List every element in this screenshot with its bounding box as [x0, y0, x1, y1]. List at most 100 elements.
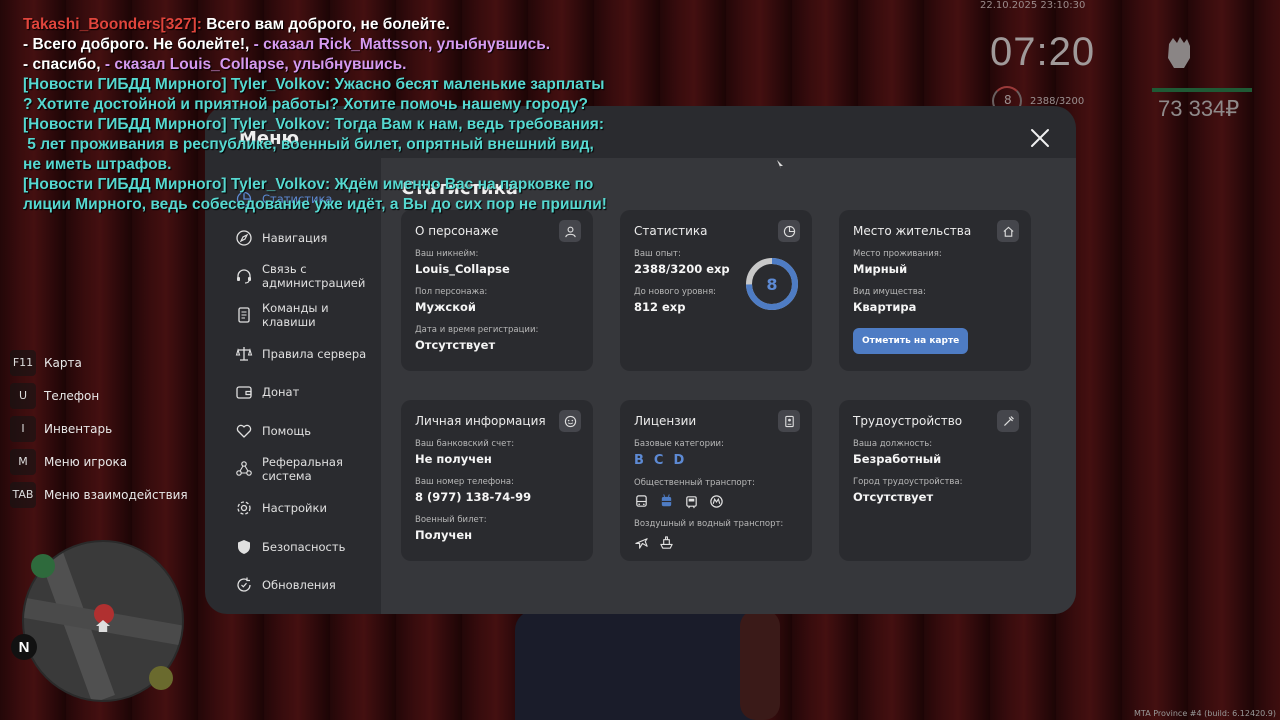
- key-hint-label: Меню взаимодействия: [44, 487, 188, 502]
- chat-line: [Новости ГИБДД Мирного] Tyler_Volkov: Уж…: [23, 75, 663, 95]
- card-fields: Ваша должность: Безработный Город трудоуст…: [853, 439, 1017, 504]
- field-value: Безработный: [853, 452, 942, 466]
- card-title: Трудоустройство: [853, 414, 963, 428]
- chat-line: - Всего доброго. Не болейте!, - сказал R…: [23, 35, 663, 55]
- home-icon: [997, 220, 1019, 242]
- player-arm: [740, 610, 780, 720]
- chat-line: не иметь штрафов.: [23, 155, 663, 175]
- field-label: Пол персонажа:: [415, 287, 488, 297]
- chat-text: [Новости ГИБДД Мирного] Tyler_Volkov: Уж…: [23, 76, 605, 93]
- field-label: Город трудоустройства:: [853, 477, 963, 487]
- key-badge: TAB: [10, 481, 36, 508]
- sidebar-item-5[interactable]: Донат: [235, 373, 375, 412]
- id-card-icon: [778, 410, 800, 432]
- field-label: Место проживания:: [853, 249, 942, 259]
- hud-level: 8: [1004, 93, 1012, 107]
- field-value: Получен: [415, 528, 473, 542]
- health-bar: [1152, 88, 1252, 92]
- shield-icon: [238, 539, 250, 554]
- chat-text: - Всего доброго. Не болейте!,: [23, 36, 254, 53]
- tram-icon: [686, 496, 697, 509]
- sidebar-item-2[interactable]: Связь с администрацией: [235, 257, 375, 296]
- hud-datetime: 22.10.2025 23:10:30: [980, 0, 1086, 11]
- chat-line: [Новости ГИБДД Мирного] Tyler_Volkov: То…: [23, 115, 663, 135]
- sidebar-item-label: Команды и клавиши: [262, 301, 329, 330]
- sidebar-item-7[interactable]: Реферальная система: [235, 450, 375, 489]
- key-hint-3[interactable]: M Меню игрока: [10, 445, 188, 478]
- field-value: Мужской: [415, 300, 476, 314]
- bank-marker-icon: [149, 666, 173, 690]
- metro-icon: [710, 495, 723, 508]
- card-title: О персонаже: [415, 224, 499, 238]
- trolleybus-icon: [661, 494, 672, 507]
- compass-icon: [236, 230, 252, 246]
- key-hint-0[interactable]: F11 Карта: [10, 346, 188, 379]
- key-hint-1[interactable]: U Телефон: [10, 379, 188, 412]
- sidebar-item-label: Обновления: [262, 578, 336, 593]
- boat-icon: [660, 536, 673, 549]
- air-water-transport: Воздушный и водный транспорт:: [634, 519, 798, 529]
- license-categories: BCD: [634, 453, 798, 468]
- heart-hand-icon: [236, 424, 252, 438]
- info-field: Ваш банковский счет: Не получен: [415, 439, 579, 466]
- sidebar-item-4[interactable]: Правила сервера: [235, 334, 375, 373]
- card-residence: Место жительства Место проживания: Мирный…: [839, 210, 1031, 371]
- sidebar-item-3[interactable]: Команды и клавиши: [235, 296, 375, 335]
- level-number: 8: [766, 274, 778, 294]
- key-badge: I: [10, 415, 36, 442]
- license-category: C: [653, 453, 664, 468]
- key-hint-2[interactable]: I Инвентарь: [10, 412, 188, 445]
- key-hint-4[interactable]: TAB Меню взаимодействия: [10, 478, 188, 511]
- hud-money: 73 334₽: [1158, 96, 1240, 121]
- card-fields: Место проживания: Мирный Вид имущества: Ква…: [853, 249, 1017, 314]
- player-character: [515, 610, 780, 720]
- close-icon[interactable]: [1028, 126, 1052, 150]
- field-label: Ваш банковский счет:: [415, 439, 515, 449]
- info-field: Военный билет: Получен: [415, 515, 579, 542]
- wallet-icon: [236, 386, 252, 399]
- sidebar-item-1[interactable]: Навигация: [235, 219, 375, 258]
- mark-on-map-button[interactable]: Отметить на карте: [853, 328, 969, 354]
- sidebar-item-label: Навигация: [262, 230, 328, 245]
- sidebar-item-label: Реферальная система: [262, 455, 343, 484]
- key-badge: U: [10, 382, 36, 409]
- chat-text: не иметь штрафов.: [23, 156, 172, 173]
- field-value: Квартира: [853, 300, 917, 314]
- gear-icon: [237, 501, 251, 515]
- sidebar-item-10[interactable]: Обновления: [235, 566, 375, 605]
- sidebar-item-8[interactable]: Настройки: [235, 489, 375, 528]
- chat-text: Takashi_Boonders[327]:: [23, 16, 207, 33]
- sidebar-item-label: Донат: [262, 385, 300, 400]
- bus-icon: [636, 495, 647, 507]
- card-personal: Личная информация Ваш банковский счет: Не…: [401, 400, 593, 561]
- pie-chart-icon: [778, 220, 800, 242]
- tools-icon: [997, 410, 1019, 432]
- field-value: Не получен: [415, 452, 492, 466]
- key-badge: M: [10, 448, 36, 475]
- chat-log: Takashi_Boonders[327]: Всего вам доброго…: [23, 15, 663, 215]
- chat-line: лиции Мирного, ведь собеседование уже ид…: [23, 195, 663, 215]
- info-field: Город трудоустройства: Отсутствует: [853, 477, 1017, 504]
- field-label: Ваш номер телефона:: [415, 477, 514, 487]
- chat-line: Takashi_Boonders[327]: Всего вам доброго…: [23, 15, 663, 35]
- public-transport: Общественный транспорт:: [634, 478, 798, 488]
- hud-clock: 07:20: [990, 30, 1096, 74]
- plane-icon: [635, 538, 648, 549]
- key-hint-label: Карта: [44, 355, 82, 370]
- sidebar-item-9[interactable]: Безопасность: [235, 527, 375, 566]
- chat-text: 5 лет проживания в республике, военный б…: [23, 136, 594, 153]
- sidebar-item-6[interactable]: Помощь: [235, 412, 375, 451]
- card-title: Статистика: [634, 224, 708, 238]
- smile-icon: [559, 410, 581, 432]
- info-field: Ваш номер телефона: 8 (977) 138-74-99: [415, 477, 579, 504]
- sidebar-item-label: Связь с администрацией: [262, 262, 366, 291]
- user-icon: [559, 220, 581, 242]
- field-value: Мирный: [853, 262, 908, 276]
- build-info: MTA Province #4 (build: 6.12420.9): [1134, 709, 1276, 718]
- card-stats: Статистика Ваш опыт: 2388/3200 exp До ново…: [620, 210, 812, 371]
- base-categories: Базовые категории:: [634, 439, 798, 449]
- info-field: Пол персонажа: Мужской: [415, 287, 579, 314]
- field-label: Дата и время регистрации:: [415, 325, 539, 335]
- key-hint-label: Меню игрока: [44, 454, 128, 469]
- card-licenses: Лицензии Базовые категории: BCD Обществе…: [620, 400, 812, 561]
